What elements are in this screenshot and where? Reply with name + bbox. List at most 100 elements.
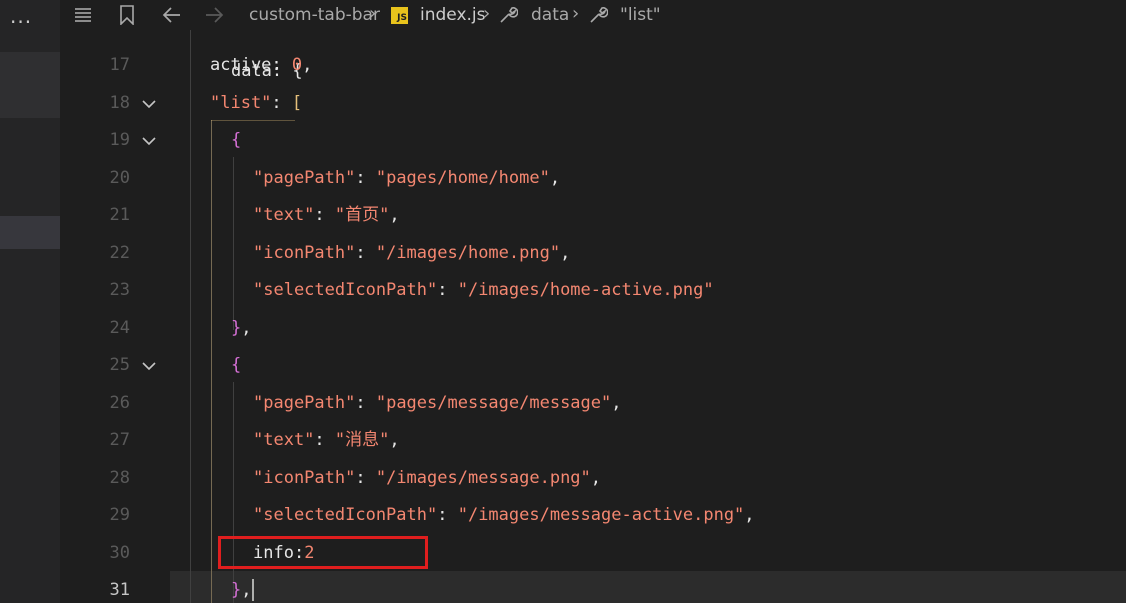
code-token: "pagePath" <box>253 167 356 188</box>
code-token: , <box>549 167 561 188</box>
code-token: [ <box>291 92 303 113</box>
code-token: , <box>611 392 622 413</box>
code-token: "iconPath" <box>253 467 356 488</box>
code-token: : <box>355 242 376 263</box>
indent-guide <box>233 382 234 603</box>
code-token: "/images/home.png" <box>375 242 561 263</box>
breadcrumb-bar: custom-tab-bar › JS index.js › data › "l… <box>60 0 1126 30</box>
code-token: , <box>389 430 400 450</box>
code-token: "pages/home/home" <box>375 167 550 188</box>
code-line: "pagePath": "pages/home/home", <box>253 160 1126 197</box>
code-token: "pagePath" <box>253 392 356 413</box>
code-token: , <box>241 317 252 338</box>
code-token: active <box>210 55 272 75</box>
code-token: "/images/home-active.png" <box>457 280 714 300</box>
line-number: 26 <box>109 392 130 413</box>
breadcrumb-symbol-list[interactable]: "list" <box>620 5 661 25</box>
code-line: { <box>231 347 1126 384</box>
code-token: : <box>355 392 376 413</box>
code-token: "selectedIconPath" <box>253 280 438 300</box>
code-line: }, <box>231 310 1126 347</box>
breadcrumb-file[interactable]: index.js <box>420 5 486 25</box>
line-number: 18 <box>109 92 130 113</box>
side-panel: ··· <box>0 0 60 603</box>
line-number: 28 <box>109 467 130 488</box>
code-line: info:2 <box>253 535 1126 572</box>
line-number: 17 <box>109 55 130 75</box>
list-icon[interactable] <box>72 4 94 26</box>
code-line: "text": "消息", <box>253 422 1126 459</box>
code-token: } <box>231 317 242 338</box>
line-number: 22 <box>109 242 130 263</box>
breadcrumb-folder[interactable]: custom-tab-bar <box>249 5 380 25</box>
line-number: 30 <box>109 542 130 563</box>
side-panel-item[interactable] <box>0 52 60 118</box>
breadcrumb-symbol-data[interactable]: data <box>531 5 569 25</box>
code-line: "list": [ <box>210 85 1126 122</box>
line-number: 21 <box>109 205 130 225</box>
wrench-icon <box>587 4 609 26</box>
code-line: "selectedIconPath": "/images/message-act… <box>253 497 1126 534</box>
code-token: 0 <box>291 55 303 75</box>
code-token: : <box>355 167 376 188</box>
code-token: "iconPath" <box>253 242 356 263</box>
bracket-pair-guide <box>211 120 212 603</box>
code-token: : <box>437 505 458 525</box>
code-token: "text" <box>253 430 315 450</box>
code-token: , <box>241 580 252 600</box>
side-panel-item-selected[interactable] <box>0 216 60 249</box>
code-token: } <box>231 580 242 600</box>
indent-guide <box>233 157 234 330</box>
back-arrow-icon[interactable] <box>161 4 183 26</box>
code-line: "iconPath": "/images/home.png", <box>253 235 1126 272</box>
code-line: "text": "首页", <box>253 197 1126 234</box>
code-token: "selectedIconPath" <box>253 505 438 525</box>
code-line: active: 0, <box>210 47 1126 84</box>
text-cursor <box>251 579 254 601</box>
chevron-right-icon: › <box>369 3 377 24</box>
code-token: , <box>302 55 313 75</box>
line-number: 20 <box>109 167 130 188</box>
line-number: 31 <box>109 580 130 600</box>
code-token: 2 <box>304 542 315 563</box>
code-token: : <box>293 542 305 563</box>
js-file-icon: JS <box>391 7 408 24</box>
line-number: 19 <box>109 130 130 150</box>
code-token: : <box>437 280 458 300</box>
line-number: 25 <box>109 355 130 375</box>
code-token: : <box>314 430 335 450</box>
code-token: , <box>744 505 755 525</box>
code-token: : <box>355 467 376 488</box>
chevron-down-icon[interactable] <box>140 357 158 375</box>
code-token: : <box>271 92 292 113</box>
code-token: "pages/message/message" <box>375 392 612 413</box>
code-token: : <box>271 55 292 75</box>
code-token: "首页" <box>334 205 390 225</box>
code-line: { <box>231 122 1126 159</box>
code-editor[interactable]: data: { 17 active: 0, 18 "list": [19{20 "pag… <box>60 30 1126 603</box>
code-token: "text" <box>253 205 315 225</box>
line-number: 23 <box>109 280 130 300</box>
code-line: "selectedIconPath": "/images/home-active… <box>253 272 1126 309</box>
code-token: , <box>389 205 400 225</box>
code-token: { <box>231 355 242 375</box>
forward-arrow-icon[interactable] <box>203 4 225 26</box>
more-actions-button[interactable]: ··· <box>10 10 32 34</box>
code-token: , <box>590 467 602 488</box>
code-line: "pagePath": "pages/message/message", <box>253 385 1126 422</box>
code-token: "list" <box>210 92 272 113</box>
code-token: { <box>231 130 242 150</box>
line-number: 24 <box>109 317 130 338</box>
chevron-down-icon[interactable] <box>140 132 158 150</box>
code-token: , <box>560 242 571 263</box>
code-token: "/images/message.png" <box>375 467 591 488</box>
line-number: 29 <box>109 505 130 525</box>
code-token: : <box>314 205 335 225</box>
chevron-right-icon: › <box>483 3 491 24</box>
code-token: "/images/message-active.png" <box>457 505 745 525</box>
code-token: "消息" <box>334 430 390 450</box>
code-token: info <box>253 542 294 563</box>
line-number: 27 <box>109 430 130 450</box>
chevron-down-icon[interactable] <box>140 95 158 113</box>
bookmark-icon[interactable] <box>116 4 138 26</box>
